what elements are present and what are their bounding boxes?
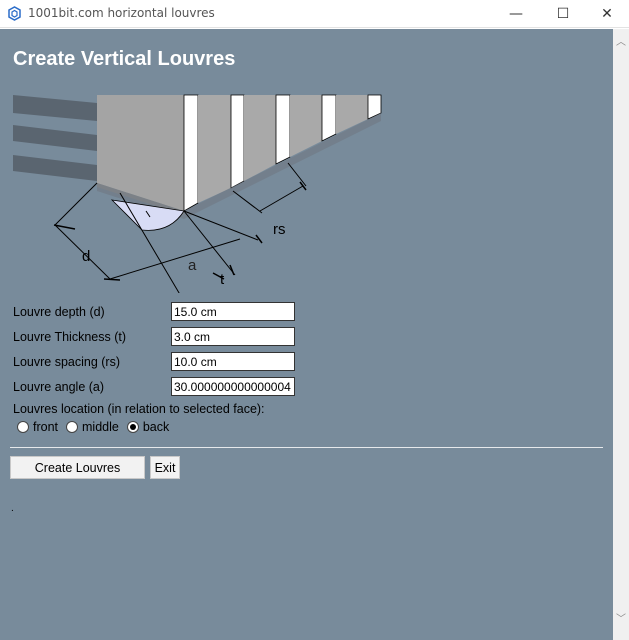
location-option-back[interactable]: back [126, 420, 170, 434]
angle-label: Louvre angle (a) [13, 380, 105, 394]
location-option-front[interactable]: front [17, 420, 58, 434]
angle-input[interactable]: 30.000000000000004 [171, 377, 295, 396]
minimize-button[interactable]: — [493, 0, 539, 28]
depth-label: Louvre depth (d) [13, 305, 105, 319]
maximize-icon: ☐ [556, 6, 570, 22]
depth-input[interactable]: 15.0 cm [171, 302, 295, 321]
location-option-middle[interactable]: middle [66, 420, 119, 434]
diagram-label-t: t [220, 271, 225, 288]
title-bar: 1001bit.com horizontal louvres — ☐ ✕ [0, 0, 629, 28]
minimize-icon: — [509, 6, 523, 22]
scroll-up-icon[interactable]: ︿ [613, 33, 629, 49]
vertical-scrollbar[interactable]: ︿ ﹀ [613, 29, 629, 640]
location-radio-group: front middle back [17, 420, 177, 434]
scroll-down-icon[interactable]: ﹀ [613, 610, 629, 626]
thickness-label: Louvre Thickness (t) [13, 330, 127, 344]
diagram-label-a: a [188, 257, 197, 274]
sketchup-app-icon [8, 6, 21, 21]
maximize-button[interactable]: ☐ [540, 0, 586, 28]
thickness-input[interactable]: 3.0 cm [171, 327, 295, 346]
radio-middle-label: middle [82, 420, 119, 434]
spacing-input[interactable]: 10.0 cm [171, 352, 295, 371]
divider [10, 447, 603, 448]
radio-back-label: back [142, 420, 170, 434]
spacing-label: Louvre spacing (rs) [13, 355, 120, 369]
radio-back[interactable] [126, 421, 139, 433]
close-icon: ✕ [601, 6, 613, 22]
page-title: Create Vertical Louvres [13, 48, 236, 70]
radio-front-label: front [33, 420, 59, 434]
radio-middle[interactable] [66, 421, 79, 433]
create-louvres-button[interactable]: Create Louvres [10, 456, 145, 479]
radio-front[interactable] [17, 421, 29, 433]
louvre-diagram: d a t rs [13, 94, 382, 293]
diagram-label-rs: rs [273, 221, 286, 238]
location-label: Louvres location (in relation to selecte… [13, 402, 265, 416]
window-title: 1001bit.com horizontal louvres [28, 6, 215, 20]
close-button[interactable]: ✕ [584, 0, 629, 28]
dialog-content: Create Vertical Louvres d a t rs Louvre … [0, 29, 613, 640]
exit-button[interactable]: Exit [150, 456, 180, 479]
status-text: . [11, 503, 14, 514]
diagram-label-d: d [82, 248, 90, 265]
